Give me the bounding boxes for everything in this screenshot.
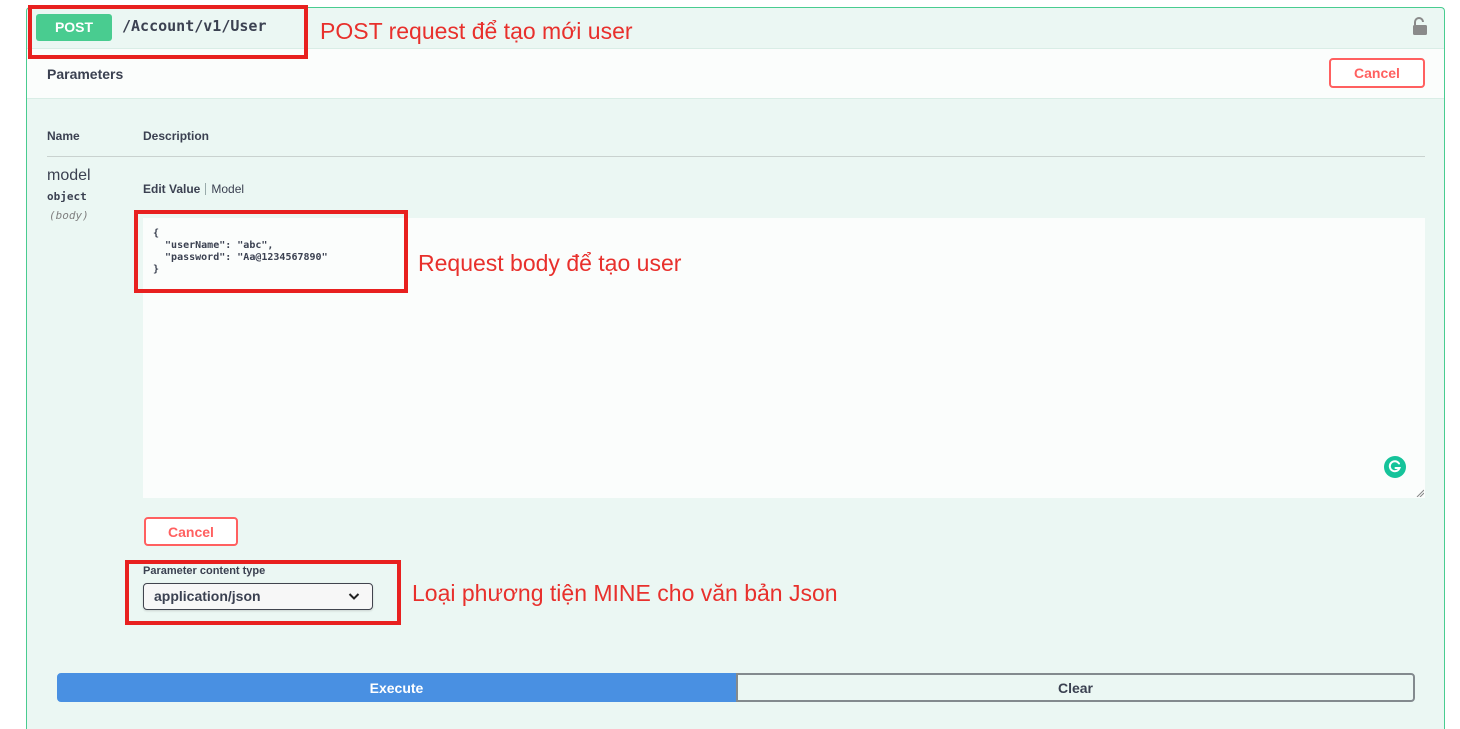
highlight-box-mime (125, 560, 401, 625)
unlock-icon[interactable] (1412, 16, 1428, 36)
highlight-box-body (134, 210, 408, 293)
column-header-name: Name (47, 129, 80, 143)
try-out-cancel-button[interactable]: Cancel (1329, 58, 1425, 88)
tab-model[interactable]: Model (211, 182, 244, 196)
param-location: (body) (49, 209, 89, 222)
execute-button[interactable]: Execute (57, 673, 736, 702)
column-header-description: Description (143, 129, 210, 143)
table-divider (47, 156, 1425, 157)
parameters-title: Parameters (47, 66, 124, 82)
tab-edit-value[interactable]: Edit Value (143, 182, 200, 196)
annotation-post: POST request để tạo mới user (320, 18, 633, 44)
body-cancel-button[interactable]: Cancel (144, 517, 238, 546)
tab-separator (205, 183, 207, 195)
highlight-box-post (28, 5, 308, 59)
execute-wrapper: Execute Clear (57, 673, 1415, 702)
param-name: model (47, 167, 91, 184)
annotation-body: Request body để tạo user (418, 250, 682, 276)
body-tabs: Edit Value Model (143, 182, 244, 196)
grammarly-icon[interactable] (1384, 456, 1406, 478)
annotation-mime: Loại phương tiện MINE cho văn bản Json (412, 580, 838, 606)
param-type: object (47, 190, 87, 203)
clear-button[interactable]: Clear (736, 673, 1415, 702)
resize-grip-icon[interactable] (1416, 489, 1424, 497)
